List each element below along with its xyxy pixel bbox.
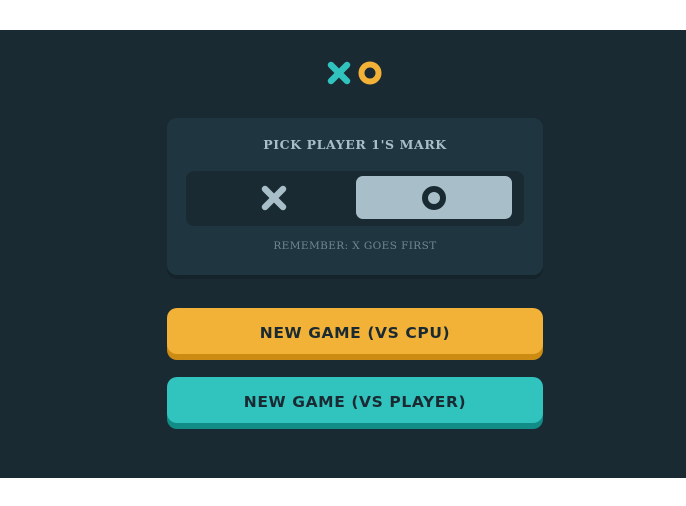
new-game-menu: PICK PLAYER 1'S MARK REMEMBER: X GOES FI… <box>0 30 686 478</box>
game-logo <box>326 60 384 88</box>
mark-option-o[interactable] <box>356 176 512 219</box>
x-icon <box>327 61 351 85</box>
mark-toggle <box>186 171 524 226</box>
o-icon <box>358 61 382 85</box>
x-icon <box>261 185 287 210</box>
mark-option-x[interactable] <box>196 176 352 219</box>
picker-title: PICK PLAYER 1'S MARK <box>263 137 447 152</box>
new-game-vs-player-button[interactable]: NEW GAME (VS PLAYER) <box>167 377 543 423</box>
logo-svg <box>327 61 382 85</box>
mark-picker-panel: PICK PLAYER 1'S MARK REMEMBER: X GOES FI… <box>167 118 543 275</box>
new-game-vs-cpu-button[interactable]: NEW GAME (VS CPU) <box>167 308 543 354</box>
picker-hint: REMEMBER: X GOES FIRST <box>273 240 437 252</box>
o-icon <box>422 185 446 210</box>
